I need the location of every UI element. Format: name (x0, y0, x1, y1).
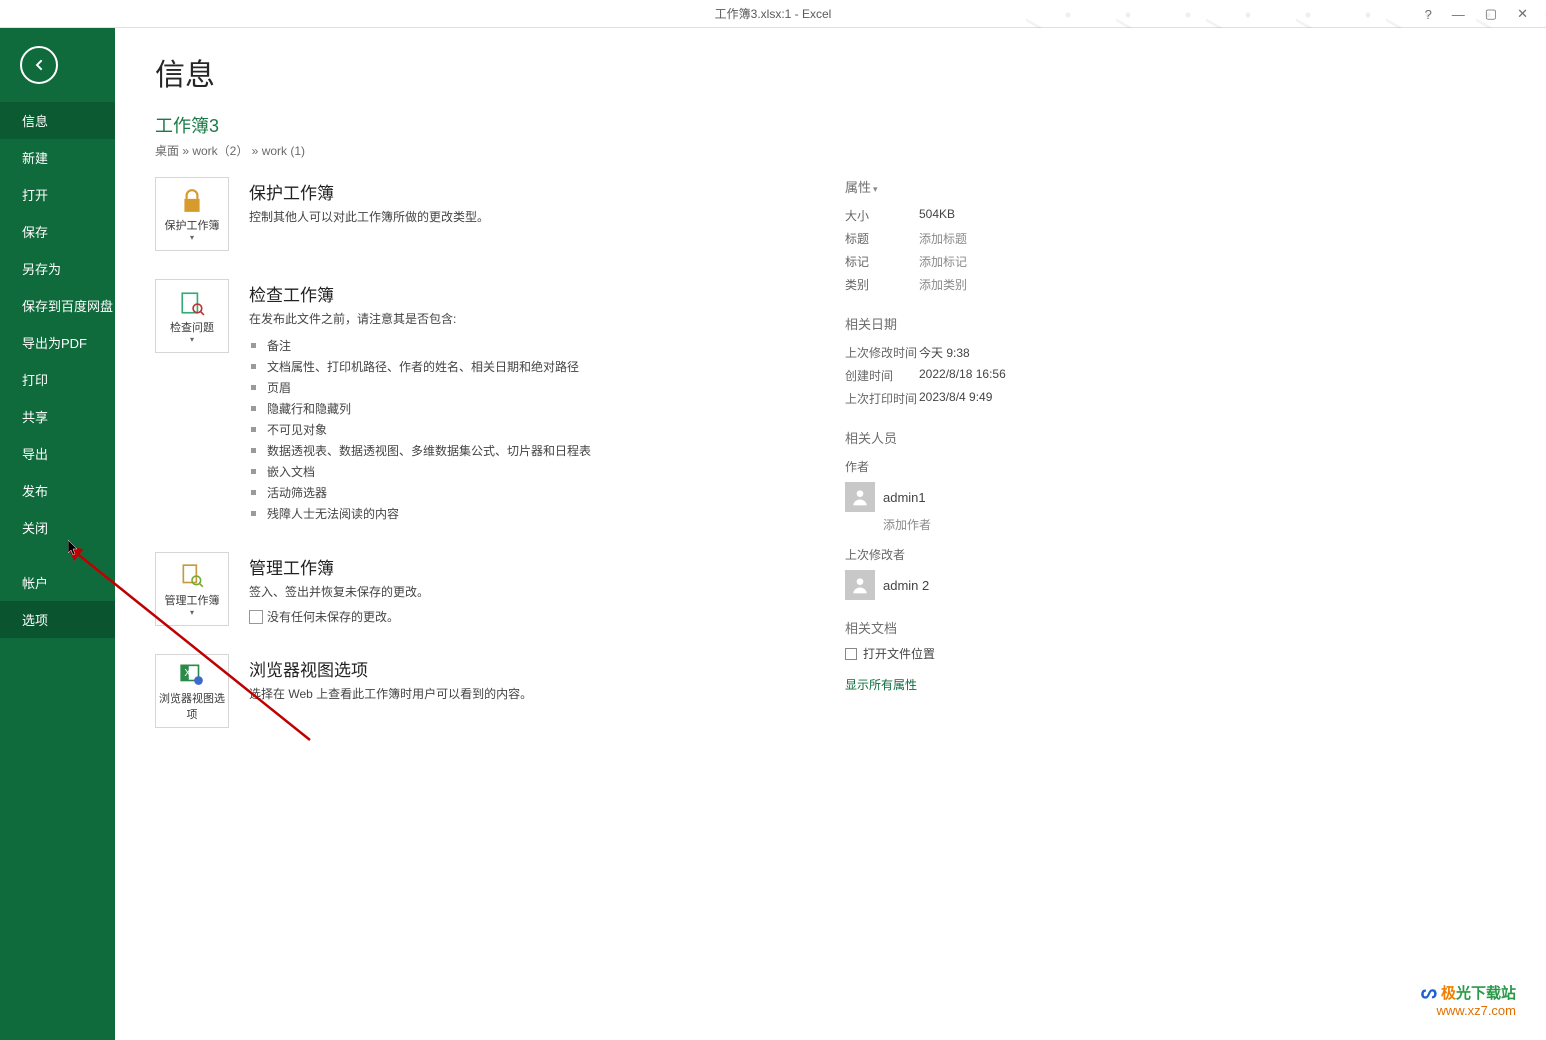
workbook-name: 工作簿3 (155, 112, 1546, 138)
sidebar-item-exportpdf[interactable]: 导出为PDF (0, 324, 115, 361)
inspect-bullet: 备注 (249, 335, 725, 356)
open-file-location[interactable]: 打开文件位置 (845, 645, 1165, 662)
page-title: 信息 (155, 50, 1546, 94)
sections-column: 保护工作簿 保护工作簿 控制其他人可以对此工作簿所做的更改类型。 检查问题 (155, 177, 725, 756)
manage-button-label: 管理工作簿 (165, 592, 220, 608)
dates-header: 相关日期 (845, 314, 1165, 333)
close-button[interactable]: ✕ (1517, 6, 1528, 22)
browser-button-label: 浏览器视图选项 (156, 690, 228, 722)
inspect-bullet: 嵌入文档 (249, 461, 725, 482)
magnify-checklist-icon (178, 289, 206, 317)
spreadsheet-web-icon: X (178, 660, 206, 688)
protect-title: 保护工作簿 (249, 179, 725, 204)
sidebar-item-new[interactable]: 新建 (0, 139, 115, 176)
manage-desc: 签入、签出并恢复未保存的更改。 (249, 583, 725, 600)
prop-cat-label: 类别 (845, 276, 919, 293)
minimize-button[interactable]: — (1452, 7, 1465, 22)
svg-text:X: X (184, 668, 191, 679)
browser-desc: 选择在 Web 上查看此工作簿时用户可以看到的内容。 (249, 685, 725, 702)
inspect-button-label: 检查问题 (170, 319, 214, 335)
maximize-button[interactable]: ▢ (1485, 6, 1497, 22)
inspect-workbook-button[interactable]: 检查问题 (155, 279, 229, 353)
add-author[interactable]: 添加作者 (883, 516, 1165, 533)
inspect-bullet: 不可见对象 (249, 419, 725, 440)
prop-size-value: 504KB (919, 207, 955, 224)
person-icon (850, 575, 870, 595)
sidebar-item-close[interactable]: 关闭 (0, 509, 115, 546)
section-inspect: 检查问题 检查工作簿 在发布此文件之前，请注意其是否包含: 备注 文档属性、打印… (155, 279, 725, 524)
protect-button-label: 保护工作簿 (165, 217, 220, 233)
prop-modified-label: 上次修改时间 (845, 344, 919, 361)
author-person[interactable]: admin1 (845, 482, 1165, 512)
backstage-sidebar: 信息 新建 打开 保存 另存为 保存到百度网盘 导出为PDF 打印 共享 导出 … (0, 28, 115, 1040)
sidebar-item-print[interactable]: 打印 (0, 361, 115, 398)
open-file-location-label: 打开文件位置 (863, 645, 935, 662)
manage-none: 没有任何未保存的更改。 (249, 608, 725, 625)
sidebar-item-info[interactable]: 信息 (0, 102, 115, 139)
protect-desc: 控制其他人可以对此工作簿所做的更改类型。 (249, 208, 725, 225)
avatar (845, 482, 875, 512)
section-protect: 保护工作簿 保护工作簿 控制其他人可以对此工作簿所做的更改类型。 (155, 177, 725, 251)
sidebar-item-open[interactable]: 打开 (0, 176, 115, 213)
protect-workbook-button[interactable]: 保护工作簿 (155, 177, 229, 251)
inspect-bullet: 文档属性、打印机路径、作者的姓名、相关日期和绝对路径 (249, 356, 725, 377)
manage-title: 管理工作簿 (249, 554, 725, 579)
content-pane: 信息 工作簿3 桌面 » work（2） » work (1) 保护工作簿 保护… (115, 28, 1546, 1040)
inspect-bullet: 页眉 (249, 377, 725, 398)
prop-tag-value[interactable]: 添加标记 (919, 253, 967, 270)
section-manage: 管理工作簿 管理工作簿 签入、签出并恢复未保存的更改。 没有任何未保存的更改。 (155, 552, 725, 626)
window-title: 工作簿3.xlsx:1 - Excel (715, 5, 832, 22)
prop-printed-value: 2023/8/4 9:49 (919, 390, 992, 407)
inspect-bullet: 残障人士无法阅读的内容 (249, 503, 725, 524)
sidebar-item-export[interactable]: 导出 (0, 435, 115, 472)
modifier-name: admin 2 (883, 578, 929, 593)
prop-title-value[interactable]: 添加标题 (919, 230, 967, 247)
sidebar-item-options[interactable]: 选项 (0, 601, 115, 638)
sidebar-item-share[interactable]: 共享 (0, 398, 115, 435)
arrow-left-icon (31, 57, 47, 73)
show-all-props[interactable]: 显示所有属性 (845, 676, 1165, 693)
manage-workbook-button[interactable]: 管理工作簿 (155, 552, 229, 626)
prop-tag-label: 标记 (845, 253, 919, 270)
sidebar-item-baidu[interactable]: 保存到百度网盘 (0, 287, 115, 324)
sidebar-item-save[interactable]: 保存 (0, 213, 115, 250)
author-name: admin1 (883, 490, 926, 505)
titlebar: 工作簿3.xlsx:1 - Excel ? — ▢ ✕ (0, 0, 1546, 28)
inspect-bullet: 数据透视表、数据透视图、多维数据集公式、切片器和日程表 (249, 440, 725, 461)
back-button[interactable] (20, 46, 58, 84)
section-browser: X 浏览器视图选项 浏览器视图选项 选择在 Web 上查看此工作簿时用户可以看到… (155, 654, 725, 728)
sidebar-item-publish[interactable]: 发布 (0, 472, 115, 509)
browser-title: 浏览器视图选项 (249, 656, 725, 681)
prop-created-value: 2022/8/18 16:56 (919, 367, 1006, 384)
prop-modified-value: 今天 9:38 (919, 344, 970, 361)
sidebar-item-saveas[interactable]: 另存为 (0, 250, 115, 287)
prop-title-label: 标题 (845, 230, 919, 247)
inspect-bullets: 备注 文档属性、打印机路径、作者的姓名、相关日期和绝对路径 页眉 隐藏行和隐藏列… (249, 335, 725, 524)
properties-header[interactable]: 属性 (845, 177, 1165, 196)
prop-cat-value[interactable]: 添加类别 (919, 276, 967, 293)
workbook-path: 桌面 » work（2） » work (1) (155, 142, 1546, 159)
modifier-person[interactable]: admin 2 (845, 570, 1165, 600)
person-icon (850, 487, 870, 507)
prop-printed-label: 上次打印时间 (845, 390, 919, 407)
document-search-icon (178, 562, 206, 590)
lock-icon (178, 187, 206, 215)
properties-column: 属性 大小504KB 标题添加标题 标记添加标记 类别添加类别 相关日期 上次修… (845, 177, 1165, 756)
inspect-bullet: 活动筛选器 (249, 482, 725, 503)
window-controls: ? — ▢ ✕ (1425, 0, 1546, 28)
prop-size-label: 大小 (845, 207, 919, 224)
inspect-desc: 在发布此文件之前，请注意其是否包含: (249, 310, 725, 327)
sidebar-item-account[interactable]: 帐户 (0, 564, 115, 601)
folder-icon (845, 648, 857, 660)
inspect-title: 检查工作簿 (249, 281, 725, 306)
prop-created-label: 创建时间 (845, 367, 919, 384)
modifier-label: 上次修改者 (845, 546, 919, 563)
author-label: 作者 (845, 458, 919, 475)
docs-header: 相关文档 (845, 618, 1165, 637)
help-button[interactable]: ? (1425, 7, 1432, 22)
inspect-bullet: 隐藏行和隐藏列 (249, 398, 725, 419)
browser-view-button[interactable]: X 浏览器视图选项 (155, 654, 229, 728)
avatar (845, 570, 875, 600)
people-header: 相关人员 (845, 428, 1165, 447)
